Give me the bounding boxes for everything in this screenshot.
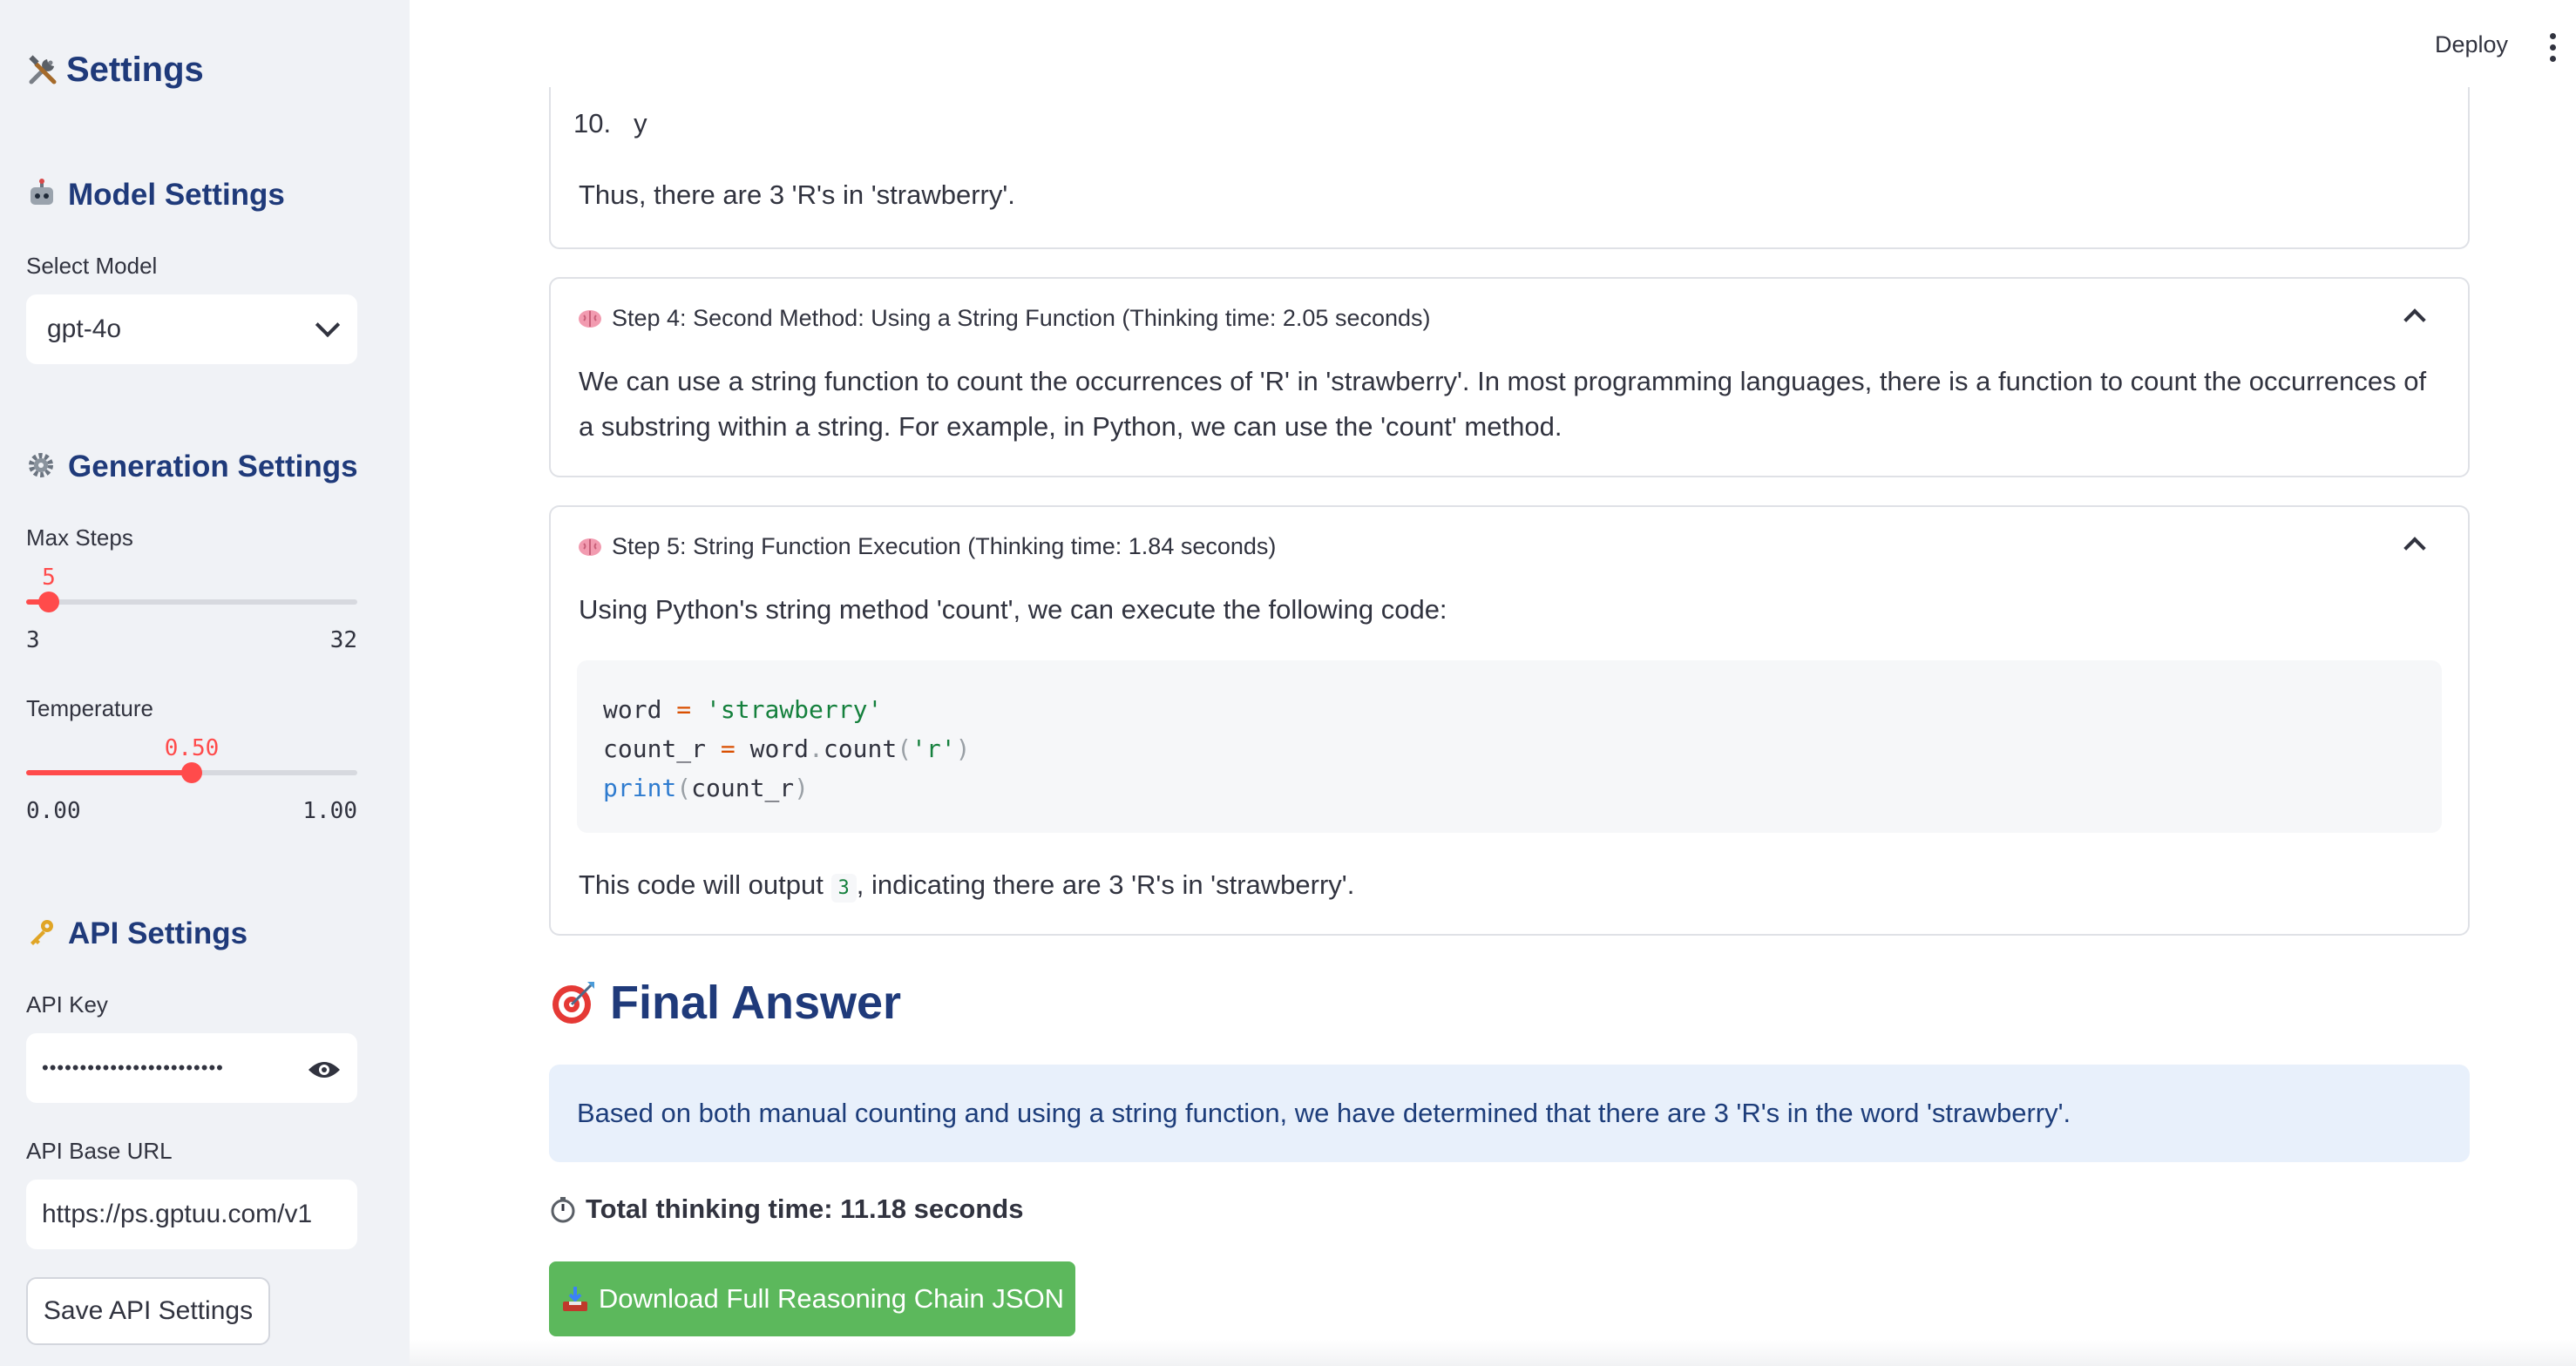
sidebar-title: Settings <box>26 51 204 90</box>
step3-card: 10. y Thus, there are 3 'R's in 'strawbe… <box>549 87 2470 249</box>
api-base-url-label: API Base URL <box>26 1138 173 1164</box>
api-base-url-value: https://ps.gptuu.com/v1 <box>42 1200 313 1228</box>
step5-header[interactable]: Step 5: String Function Execution (Think… <box>577 533 1276 560</box>
step5-card: Step 5: String Function Execution (Think… <box>549 505 2470 936</box>
model-select-value: gpt-4o <box>47 314 122 343</box>
inline-code: 3 <box>830 874 857 903</box>
api-key-value: •••••••••••••••••••••••• <box>42 1057 224 1079</box>
step4-body: We can use a string function to count th… <box>579 366 2427 442</box>
api-settings-heading: API Settings <box>26 916 247 951</box>
robot-icon <box>26 179 59 212</box>
max-steps-slider[interactable]: 5 <box>26 565 357 627</box>
max-steps-value: 5 <box>42 565 56 591</box>
temperature-value: 0.50 <box>164 735 220 761</box>
slider-fill <box>26 770 192 775</box>
download-json-label: Download Full Reasoning Chain JSON <box>598 1283 1065 1314</box>
step5-intro: Using Python's string method 'count', we… <box>579 594 1447 625</box>
temperature-label: Temperature <box>26 695 153 721</box>
app-root: Settings Model Settings Select Model gpt… <box>0 0 2576 1366</box>
model-select[interactable]: gpt-4o <box>26 294 357 364</box>
sidebar: Settings Model Settings Select Model gpt… <box>0 0 410 1366</box>
max-steps-thumb[interactable] <box>38 592 59 612</box>
max-steps-range: 3 32 <box>26 627 357 653</box>
step5-outro: This code will output 3, indicating ther… <box>579 862 1354 911</box>
max-steps-min: 3 <box>26 627 40 653</box>
chevron-up-icon[interactable] <box>2403 308 2426 331</box>
step3-conclusion: Thus, there are 3 'R's in 'strawberry'. <box>579 179 1015 210</box>
temperature-thumb[interactable] <box>181 762 202 783</box>
key-icon <box>26 917 59 950</box>
code-block: word = 'strawberry' count_r = word.count… <box>577 660 2442 833</box>
list-number: 10. <box>573 108 612 139</box>
generation-settings-heading: Generation Settings <box>26 450 358 484</box>
total-thinking-time: Total thinking time: 11.18 seconds <box>549 1194 1023 1225</box>
step4-title: Step 4: Second Method: Using a String Fu… <box>612 305 1431 331</box>
step4-header[interactable]: Step 4: Second Method: Using a String Fu… <box>577 305 1431 332</box>
brain-icon <box>577 306 603 332</box>
api-key-field[interactable]: •••••••••••••••••••••••• <box>26 1033 357 1103</box>
model-settings-heading: Model Settings <box>26 178 285 213</box>
list-text: y <box>634 108 647 139</box>
stopwatch-icon <box>549 1195 577 1223</box>
step5-title: Step 5: String Function Execution (Think… <box>612 533 1277 559</box>
inbox-tray-icon <box>560 1284 590 1314</box>
target-icon <box>549 978 598 1027</box>
final-answer-box: Based on both manual counting and using … <box>549 1065 2470 1162</box>
eye-icon[interactable] <box>307 1058 342 1079</box>
code-line-2: count_r = word.count('r') <box>603 734 971 763</box>
chevron-down-icon <box>315 312 341 338</box>
temperature-max: 1.00 <box>302 798 357 824</box>
max-steps-label: Max Steps <box>26 524 133 551</box>
tools-icon <box>26 54 59 87</box>
brain-icon <box>577 534 603 560</box>
temperature-slider[interactable]: 0.50 <box>26 735 357 798</box>
step4-card: Step 4: Second Method: Using a String Fu… <box>549 277 2470 477</box>
final-answer-heading: Final Answer <box>549 976 901 1030</box>
kebab-menu-icon[interactable] <box>2550 33 2559 62</box>
download-json-button[interactable]: Download Full Reasoning Chain JSON <box>549 1261 1075 1336</box>
code-line-1: word = 'strawberry' <box>603 695 883 724</box>
api-base-url-field[interactable]: https://ps.gptuu.com/v1 <box>26 1180 357 1249</box>
code-line-3: print(count_r) <box>603 774 810 802</box>
chevron-up-icon[interactable] <box>2403 537 2426 559</box>
max-steps-max: 32 <box>329 627 357 653</box>
slider-track <box>26 599 357 605</box>
deploy-button[interactable]: Deploy <box>2435 31 2508 58</box>
temperature-range: 0.00 1.00 <box>26 798 357 824</box>
save-api-settings-button[interactable]: Save API Settings <box>26 1277 270 1345</box>
select-model-label: Select Model <box>26 253 158 279</box>
api-key-label: API Key <box>26 991 108 1018</box>
gear-icon <box>26 450 59 484</box>
temperature-min: 0.00 <box>26 798 81 824</box>
list-item: 10. y <box>573 101 647 146</box>
bottom-fade <box>410 1340 2576 1366</box>
